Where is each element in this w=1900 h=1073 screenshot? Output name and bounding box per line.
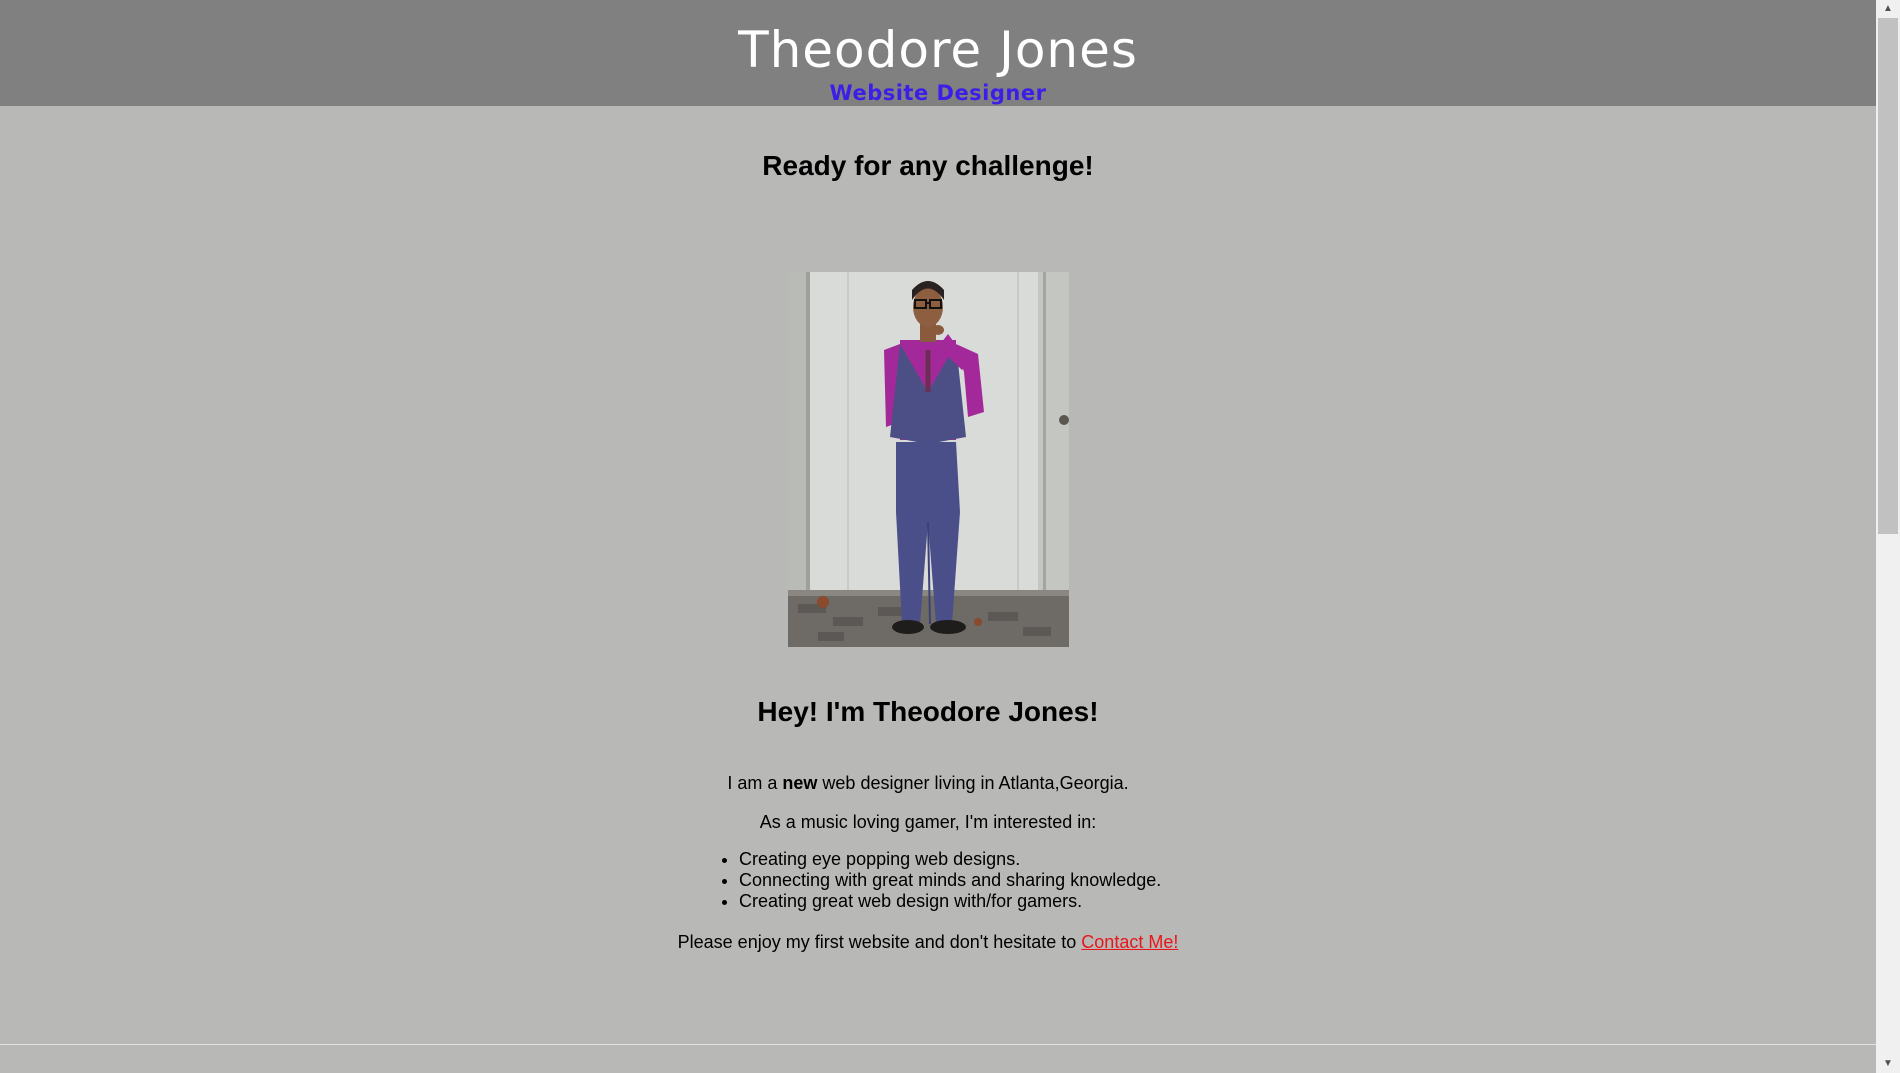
portrait-image (788, 272, 1069, 647)
interests-intro: As a music loving gamer, I'm interested … (759, 812, 1097, 832)
site-header: Theodore Jones Website Designer (0, 0, 1876, 106)
bio-text-before: I am a (727, 773, 783, 793)
list-item: Creating great web design with/for gamer… (739, 891, 1161, 912)
interests-list: Creating eye popping web designs. Connec… (715, 849, 1161, 912)
scroll-down-arrow-icon[interactable]: ▼ (1876, 1055, 1900, 1073)
list-item: Creating eye popping web designs. (739, 849, 1161, 870)
vertical-scrollbar[interactable]: ▲ ▼ (1876, 0, 1900, 1073)
scrollbar-thumb[interactable] (1878, 18, 1898, 534)
bio-text-after: web designer living in Atlanta,Georgia. (817, 773, 1129, 793)
site-title: Theodore Jones (738, 21, 1138, 79)
closing-paragraph: Please enjoy my first website and don't … (0, 930, 1856, 954)
intro-heading: Hey! I'm Theodore Jones! (757, 696, 1099, 727)
closing-text: Please enjoy my first website and don't … (677, 932, 1082, 952)
scroll-up-arrow-icon[interactable]: ▲ (1876, 0, 1900, 18)
site-subtitle: Website Designer (829, 81, 1047, 105)
contact-link[interactable]: Contact Me! (1081, 932, 1178, 952)
list-item: Connecting with great minds and sharing … (739, 870, 1161, 891)
page: Theodore Jones Website Designer Ready fo… (0, 0, 1876, 1073)
bio-paragraph: I am a new web designer living in Atlant… (0, 771, 1856, 795)
bio-emphasis: new (782, 773, 818, 793)
portrait-photo-illustration (788, 272, 1069, 647)
footer-divider (0, 1044, 1876, 1045)
tagline: Ready for any challenge! (762, 150, 1094, 181)
